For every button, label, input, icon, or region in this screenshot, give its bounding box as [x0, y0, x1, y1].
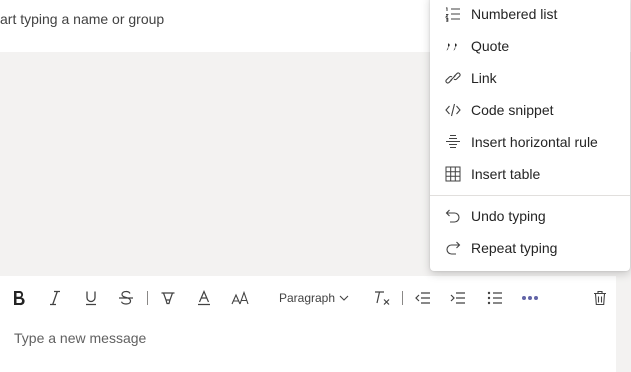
link-icon: [445, 70, 461, 86]
menu-item-label: Repeat typing: [471, 240, 558, 256]
clear-formatting-button[interactable]: [372, 284, 392, 312]
undo-icon: [445, 208, 461, 224]
bold-button[interactable]: [10, 284, 28, 312]
trash-icon: [594, 290, 606, 306]
font-size-button[interactable]: [229, 284, 251, 312]
bulleted-list-button[interactable]: [485, 284, 505, 312]
menu-item-code-snippet[interactable]: Code snippet: [430, 94, 630, 126]
strikethrough-button[interactable]: [116, 284, 136, 312]
menu-item-link[interactable]: Link: [430, 62, 630, 94]
menu-item-label: Undo typing: [471, 208, 546, 224]
menu-item-undo-typing[interactable]: Undo typing: [430, 200, 630, 232]
italic-button[interactable]: [46, 284, 64, 312]
menu-item-label: Numbered list: [471, 6, 558, 22]
menu-item-label: Insert table: [471, 166, 541, 182]
menu-item-insert-table[interactable]: Insert table: [430, 158, 630, 190]
toolbar-separator: [147, 291, 148, 305]
quote-icon: [445, 38, 461, 54]
increase-indent-icon: [450, 292, 465, 304]
menu-item-label: Link: [471, 70, 497, 86]
right-gutter: [616, 276, 631, 372]
message-input[interactable]: [14, 328, 594, 348]
menu-item-numbered-list[interactable]: Numbered list: [430, 0, 630, 30]
more-options-button[interactable]: [519, 284, 541, 312]
paragraph-dropdown[interactable]: Paragraph: [276, 284, 352, 312]
chevron-down-icon: [339, 295, 349, 301]
code-snippet-icon: [445, 102, 461, 118]
menu-item-horizontal-rule[interactable]: Insert horizontal rule: [430, 126, 630, 158]
table-icon: [445, 166, 461, 182]
underline-button[interactable]: [82, 284, 100, 312]
bulleted-list-icon: [487, 291, 502, 305]
underline-icon: [86, 291, 96, 306]
clear-formatting-icon: [375, 291, 390, 305]
paragraph-dropdown-label: Paragraph: [278, 291, 336, 305]
redo-icon: [445, 240, 461, 256]
increase-indent-button[interactable]: [448, 284, 468, 312]
menu-item-label: Quote: [471, 38, 510, 54]
menu-item-repeat-typing[interactable]: Repeat typing: [430, 232, 630, 264]
toolbar-separator: [402, 291, 403, 305]
decrease-indent-button[interactable]: [413, 284, 433, 312]
font-color-button[interactable]: [194, 284, 214, 312]
strikethrough-icon: [119, 290, 133, 305]
font-size-icon: [231, 290, 249, 305]
horizontal-rule-icon: [445, 134, 461, 150]
menu-item-quote[interactable]: Quote: [430, 30, 630, 62]
italic-icon: [50, 290, 60, 306]
format-toolbar: Paragraph: [0, 284, 616, 312]
numbered-list-icon: [445, 6, 461, 22]
bold-icon: [14, 290, 25, 306]
recipient-placeholder[interactable]: art typing a name or group: [0, 11, 164, 27]
decrease-indent-icon: [415, 292, 430, 304]
highlight-button[interactable]: [158, 284, 178, 312]
compose-box: Paragraph: [0, 276, 616, 372]
more-options-icon: [522, 296, 538, 300]
menu-item-label: Insert horizontal rule: [471, 134, 598, 150]
highlight-icon: [161, 292, 175, 305]
font-color-icon: [198, 290, 210, 306]
format-options-menu: Numbered list Quote Link Code snippet In…: [430, 0, 630, 271]
menu-divider: [430, 195, 630, 196]
menu-item-label: Code snippet: [471, 102, 554, 118]
discard-button[interactable]: [590, 284, 610, 312]
